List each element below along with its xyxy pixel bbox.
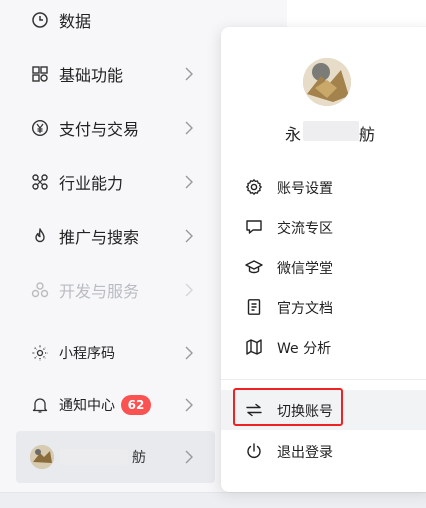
chevron-right-icon bbox=[183, 346, 195, 360]
nodes-icon bbox=[31, 173, 49, 191]
avatar bbox=[303, 58, 351, 106]
sidebar-item-label: 开发与服务 bbox=[59, 282, 140, 301]
sidebar-item-label: 推广与搜索 bbox=[59, 228, 140, 247]
menu-item-label: 账号设置 bbox=[277, 181, 333, 197]
menu-item-label: 官方文档 bbox=[277, 301, 333, 317]
account-name-head: 永 bbox=[285, 125, 302, 144]
chevron-right-icon bbox=[183, 229, 195, 243]
sidebar-item-label: 行业能力 bbox=[59, 174, 124, 193]
notification-count-badge: 62 bbox=[121, 395, 151, 415]
flame-icon bbox=[31, 227, 49, 245]
menu-item-logout[interactable]: 退出登录 bbox=[221, 431, 426, 471]
chevron-right-icon bbox=[183, 67, 195, 81]
menu-item-account-settings[interactable]: 账号设置 bbox=[221, 167, 426, 207]
map-icon bbox=[245, 338, 263, 356]
account-name-tail: 舫 bbox=[359, 125, 376, 144]
chevron-right-icon bbox=[183, 283, 195, 297]
sidebar-item-label: 小程序码 bbox=[59, 346, 115, 362]
menu-item-label: 微信学堂 bbox=[277, 261, 333, 277]
clock-icon bbox=[31, 11, 49, 29]
menu-item-label: We 分析 bbox=[277, 341, 332, 357]
redacted-name bbox=[60, 449, 128, 465]
menu-divider bbox=[221, 379, 426, 380]
redacted-name bbox=[303, 121, 359, 141]
chevron-right-icon bbox=[183, 121, 195, 135]
power-icon bbox=[245, 442, 263, 460]
document-icon bbox=[245, 298, 263, 316]
menu-item-label: 退出登录 bbox=[277, 445, 333, 461]
bell-icon bbox=[31, 396, 49, 414]
menu-item-label: 交流专区 bbox=[277, 221, 333, 237]
chat-bubble-icon bbox=[245, 218, 263, 236]
highlight-box bbox=[233, 388, 343, 426]
chevron-right-icon bbox=[183, 398, 195, 412]
menu-item-docs[interactable]: 官方文档 bbox=[221, 287, 426, 327]
menu-item-community[interactable]: 交流专区 bbox=[221, 207, 426, 247]
menu-item-we-analytics[interactable]: We 分析 bbox=[221, 327, 426, 367]
sidebar-item-label: 基础功能 bbox=[59, 66, 124, 85]
sidebar-item-label: 数据 bbox=[59, 12, 92, 31]
bottom-strip bbox=[0, 492, 426, 508]
yen-circle-icon bbox=[31, 119, 49, 137]
chevron-right-icon bbox=[183, 175, 195, 189]
chevron-right-icon bbox=[183, 450, 195, 464]
avatar bbox=[30, 445, 54, 469]
graduation-cap-icon bbox=[245, 258, 263, 276]
gear-icon bbox=[245, 178, 263, 196]
account-switcher-row[interactable]: 舫 bbox=[16, 431, 215, 483]
account-name-tail: 舫 bbox=[132, 450, 146, 466]
sidebar-item-label: 通知中心 bbox=[59, 398, 115, 414]
grid-icon bbox=[31, 65, 49, 83]
sun-dots-icon bbox=[31, 344, 49, 362]
menu-item-academy[interactable]: 微信学堂 bbox=[221, 247, 426, 287]
sidebar-item-label: 支付与交易 bbox=[59, 120, 140, 139]
cluster-icon bbox=[31, 281, 49, 299]
